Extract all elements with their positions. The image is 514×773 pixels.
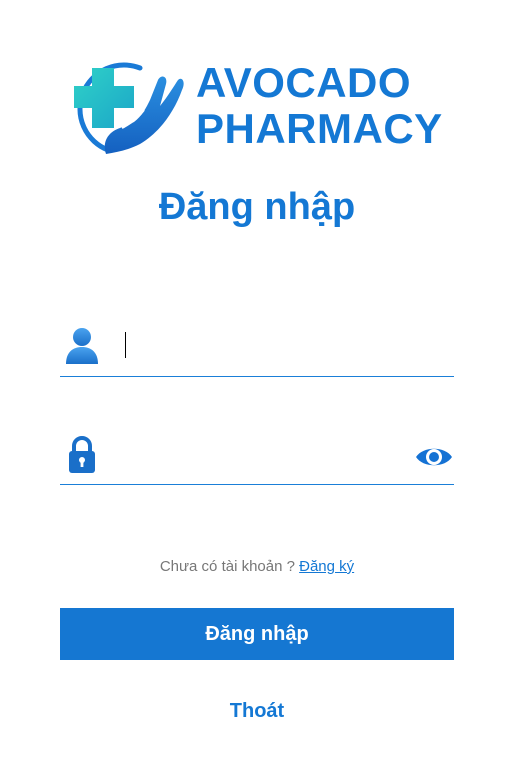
username-field xyxy=(60,322,454,377)
lock-icon xyxy=(69,436,95,473)
brand-line-2: PHARMACY xyxy=(196,105,443,152)
password-field xyxy=(60,430,454,485)
signup-link[interactable]: Đăng ký xyxy=(299,558,354,575)
brand-line-1: AVOCADO xyxy=(196,59,412,106)
brand-name: AVOCADO PHARMACY xyxy=(196,60,443,152)
medical-cross-hand-icon xyxy=(74,62,184,154)
login-button[interactable]: Đăng nhập xyxy=(60,608,454,660)
signup-prompt: Chưa có tài khoản ? Đăng ký xyxy=(0,558,514,575)
username-input[interactable] xyxy=(120,328,410,366)
page-title: Đăng nhập xyxy=(158,186,356,228)
signup-prompt-text: Chưa có tài khoản ? xyxy=(159,558,295,575)
password-input[interactable] xyxy=(120,436,410,474)
exit-button[interactable]: Thoát xyxy=(0,700,514,723)
text-caret xyxy=(125,332,126,358)
eye-icon[interactable] xyxy=(414,442,454,472)
user-icon xyxy=(66,328,98,364)
